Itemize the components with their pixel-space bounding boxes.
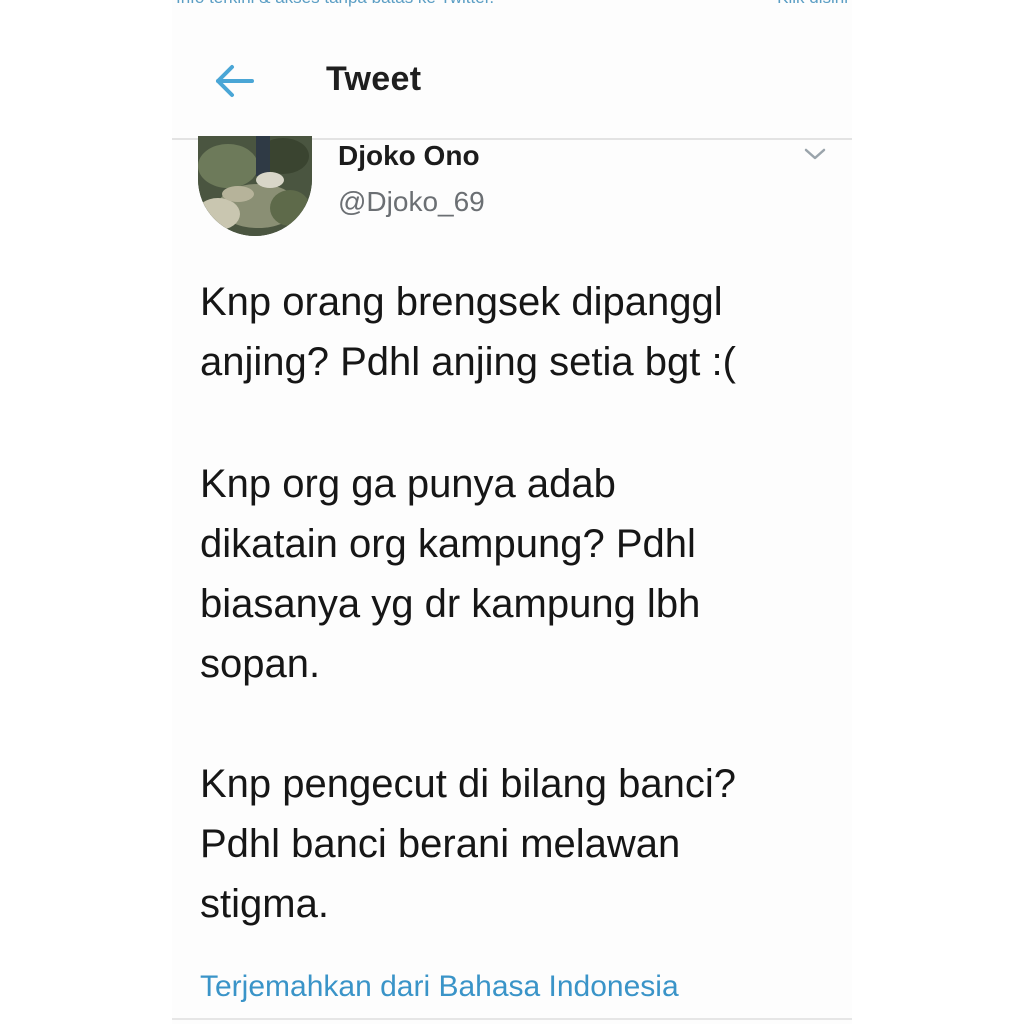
avatar-image xyxy=(198,136,312,236)
screen: Info terkini & akses tanpa batas ke Twit… xyxy=(0,0,1024,1024)
avatar[interactable] xyxy=(198,136,312,236)
tweet-line: Knp pengecut di bilang banci? xyxy=(200,762,736,806)
author-name[interactable]: Djoko Ono xyxy=(338,140,480,172)
tweet-paragraph: Knp pengecut di bilang banci? Pdhl banci… xyxy=(200,754,840,934)
tweet-line: biasanya yg dr kampung lbh xyxy=(200,582,701,626)
promo-banner-link[interactable]: Klik disini xyxy=(777,0,848,8)
promo-banner[interactable]: Info terkini & akses tanpa batas ke Twit… xyxy=(176,0,848,8)
author-handle[interactable]: @Djoko_69 xyxy=(338,186,485,218)
tweet-line: stigma. xyxy=(200,882,329,926)
tweet-paragraph: Knp org ga punya adab dikatain org kampu… xyxy=(200,454,840,694)
tweet-card: Djoko Ono @Djoko_69 Knp orang brengsek d… xyxy=(172,136,852,1024)
tweet-line: dikatain org kampung? Pdhl xyxy=(200,522,696,566)
tweet-line: Knp orang brengsek dipanggl xyxy=(200,280,723,324)
tweet-line: sopan. xyxy=(200,642,321,686)
promo-banner-text: Info terkini & akses tanpa batas ke Twit… xyxy=(176,0,494,8)
tweet-text: Knp orang brengsek dipanggl anjing? Pdhl… xyxy=(200,272,840,934)
tweet-menu-button[interactable] xyxy=(802,144,828,164)
back-button[interactable] xyxy=(210,58,260,104)
divider xyxy=(172,1018,852,1020)
tweet-line: Pdhl banci berani melawan xyxy=(200,822,681,866)
tweet-line: Knp org ga punya adab xyxy=(200,462,616,506)
chevron-down-icon xyxy=(804,148,826,160)
tweet-paragraph: Knp orang brengsek dipanggl anjing? Pdhl… xyxy=(200,272,840,392)
app-header: Tweet xyxy=(172,40,852,140)
translate-link[interactable]: Terjemahkan dari Bahasa Indonesia xyxy=(200,970,679,1004)
page-title: Tweet xyxy=(326,60,422,98)
back-arrow-icon xyxy=(216,65,254,97)
tweet-line: anjing? Pdhl anjing setia bgt :( xyxy=(200,340,736,384)
